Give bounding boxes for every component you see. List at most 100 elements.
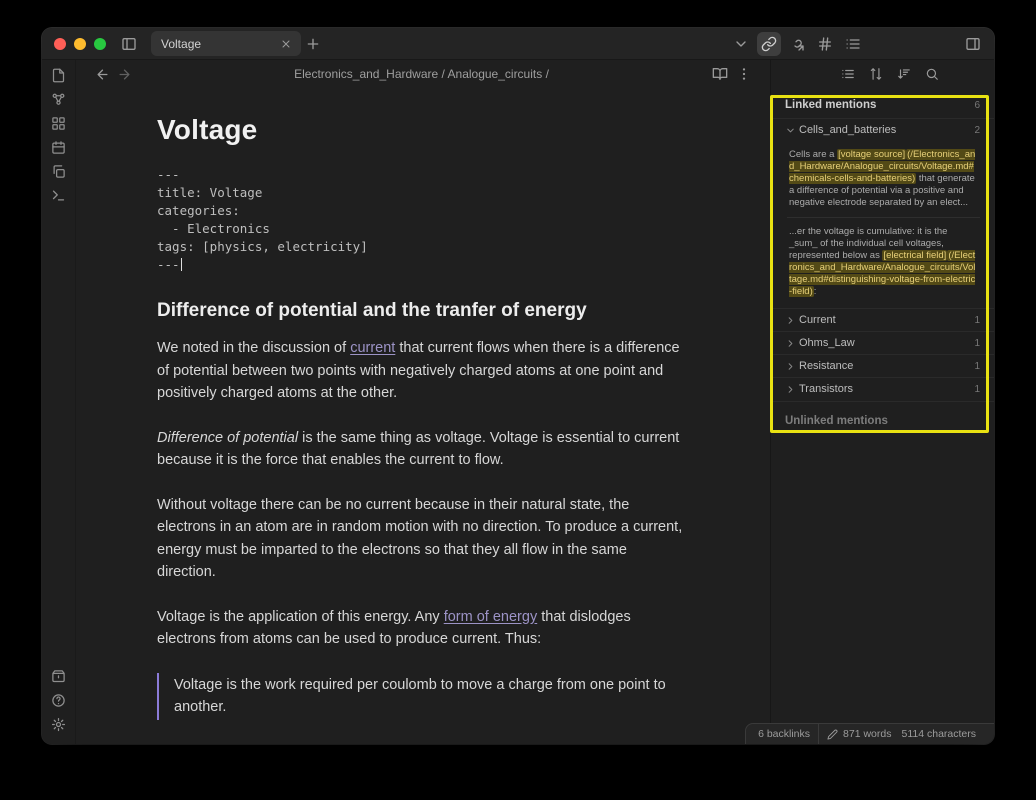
zoom-window-button[interactable] [94,38,106,50]
right-sidebar-toggle-icon[interactable] [961,32,985,56]
mention-group-count: 1 [974,384,980,395]
breadcrumb[interactable]: Electronics_and_Hardware / Analogue_circ… [135,67,708,81]
character-count-label: 5114 characters [901,728,976,740]
mention-group-count: 2 [974,125,980,136]
backlinks-panel: Linked mentions 6 Cells_and_batteries2Ce… [770,60,994,744]
note-title: Voltage [157,114,685,146]
frontmatter-line[interactable]: title: Voltage [157,184,685,202]
frontmatter: ---title: Voltagecategories: - Electroni… [157,166,685,274]
backlinks-count-status[interactable]: 6 backlinks [750,724,818,744]
templates-copy-icon[interactable] [45,159,73,183]
chevron-right-icon [785,384,799,395]
tab-title: Voltage [161,37,277,51]
linked-mention-group[interactable]: Resistance1 [771,354,994,377]
chevron-right-icon [785,315,799,326]
frontmatter-line[interactable]: tags: [physics, electricity] [157,238,685,256]
linked-mention-group[interactable]: Current 1 [771,308,994,331]
tab-voltage[interactable]: Voltage [151,31,301,56]
daily-note-calendar-icon[interactable] [45,135,73,159]
linked-mention-group[interactable]: Cells_and_batteries 2 [771,118,994,141]
mention-groups: Cells_and_batteries 2 Cells are a [voltage… [771,118,994,400]
chevron-right-icon [785,338,799,349]
blockquote: Voltage is the work required per coulomb… [157,673,685,720]
app-window: Voltage [42,28,994,744]
snippet-text: : [814,286,817,297]
search-icon[interactable] [923,65,941,83]
mention-snippets: Cells are a [voltage source](/Electronic… [771,141,994,308]
titlebar-right-actions [729,32,994,56]
chevron-right-icon [785,361,799,372]
note-editor[interactable]: Voltage ---title: Voltagecategories: - E… [77,88,770,744]
paragraph: Voltage is the application of this energ… [157,606,685,651]
list-options-icon[interactable] [839,65,857,83]
mention-group-name: Cells_and_batteries [799,124,896,136]
backlinks-icon[interactable] [757,32,781,56]
backlinks-panel-header [771,60,994,88]
left-ribbon [42,60,76,744]
linked-mentions-header[interactable]: Linked mentions 6 [771,88,994,118]
text-caret [181,258,183,271]
search-highlight: [voltage source] [837,149,906,160]
unlinked-mentions-header[interactable]: Unlinked mentions [771,401,994,440]
mention-snippet[interactable]: Cells are a [voltage source](/Electronic… [787,141,980,218]
new-note-icon[interactable] [45,63,73,87]
frontmatter-line[interactable]: - Electronics [157,220,685,238]
mention-group-count: 1 [974,338,980,349]
linked-mentions-count: 6 [974,100,980,111]
frontmatter-line[interactable]: --- [157,256,685,274]
mention-group-name: Resistance [799,360,853,372]
more-options-icon[interactable] [732,62,756,86]
mention-group-name: Transistors [799,383,853,395]
emphasis-text: Difference of potential [157,430,298,446]
collapse-expand-icon[interactable] [867,65,885,83]
reading-mode-icon[interactable] [708,62,732,86]
mention-group-name: Ohms_Law [799,337,855,349]
close-tab-icon[interactable] [277,35,295,53]
outline-icon[interactable] [841,32,865,56]
new-tab-icon[interactable] [301,32,325,56]
linked-mention-group[interactable]: Transistors 1 [771,377,994,400]
snippet-text: Cells are a [789,149,837,160]
mention-snippet[interactable]: ...er the voltage is cumulative: it is t… [787,218,980,306]
linked-mention-group[interactable]: Ohms_Law 1 [771,331,994,354]
title-bar: Voltage [42,28,994,60]
frontmatter-line[interactable]: categories: [157,202,685,220]
frontmatter-line[interactable]: --- [157,166,685,184]
search-highlight: [electrical field] [882,250,947,261]
help-icon[interactable] [45,688,73,712]
terminal-icon[interactable] [45,183,73,207]
section-heading: Difference of potential and the tranfer … [157,300,685,322]
minimize-window-button[interactable] [74,38,86,50]
vault-switcher-icon[interactable] [45,664,73,688]
forward-arrow-icon[interactable] [113,63,135,85]
linked-mentions-title: Linked mentions [785,99,876,111]
outgoing-links-icon[interactable] [785,32,809,56]
text-run: Without voltage there can be no current … [157,497,682,581]
chevron-down-icon [785,125,799,136]
editor-pane: Electronics_and_Hardware / Analogue_circ… [77,60,770,744]
paragraph: We noted in the discussion of current th… [157,337,685,405]
graph-view-icon[interactable] [45,87,73,111]
window-controls [42,38,117,50]
text-run: We noted in the discussion of [157,340,350,356]
canvas-grid-icon[interactable] [45,111,73,135]
pencil-icon [827,729,838,740]
paragraph: Without voltage there can be no current … [157,494,685,584]
backlinks-count-label: 6 backlinks [758,728,810,740]
word-count-label: 871 words [843,728,891,740]
back-arrow-icon[interactable] [91,63,113,85]
sidebar-toggle-icon[interactable] [117,32,141,56]
close-window-button[interactable] [54,38,66,50]
editor-header: Electronics_and_Hardware / Analogue_circ… [77,60,770,88]
mention-group-name: Current [799,314,836,326]
sort-order-icon[interactable] [895,65,913,83]
note-body: Difference of potential and the tranfer … [157,300,685,744]
tags-icon[interactable] [813,32,837,56]
tab-list-chevron-icon[interactable] [729,32,753,56]
word-count-status[interactable]: 871 words 5114 characters [818,724,984,744]
settings-gear-icon[interactable] [45,712,73,736]
paragraph: Difference of potential is the same thin… [157,427,685,472]
internal-link[interactable]: current [350,340,395,356]
mention-group-count: 1 [974,315,980,326]
internal-link[interactable]: form of energy [444,609,538,625]
